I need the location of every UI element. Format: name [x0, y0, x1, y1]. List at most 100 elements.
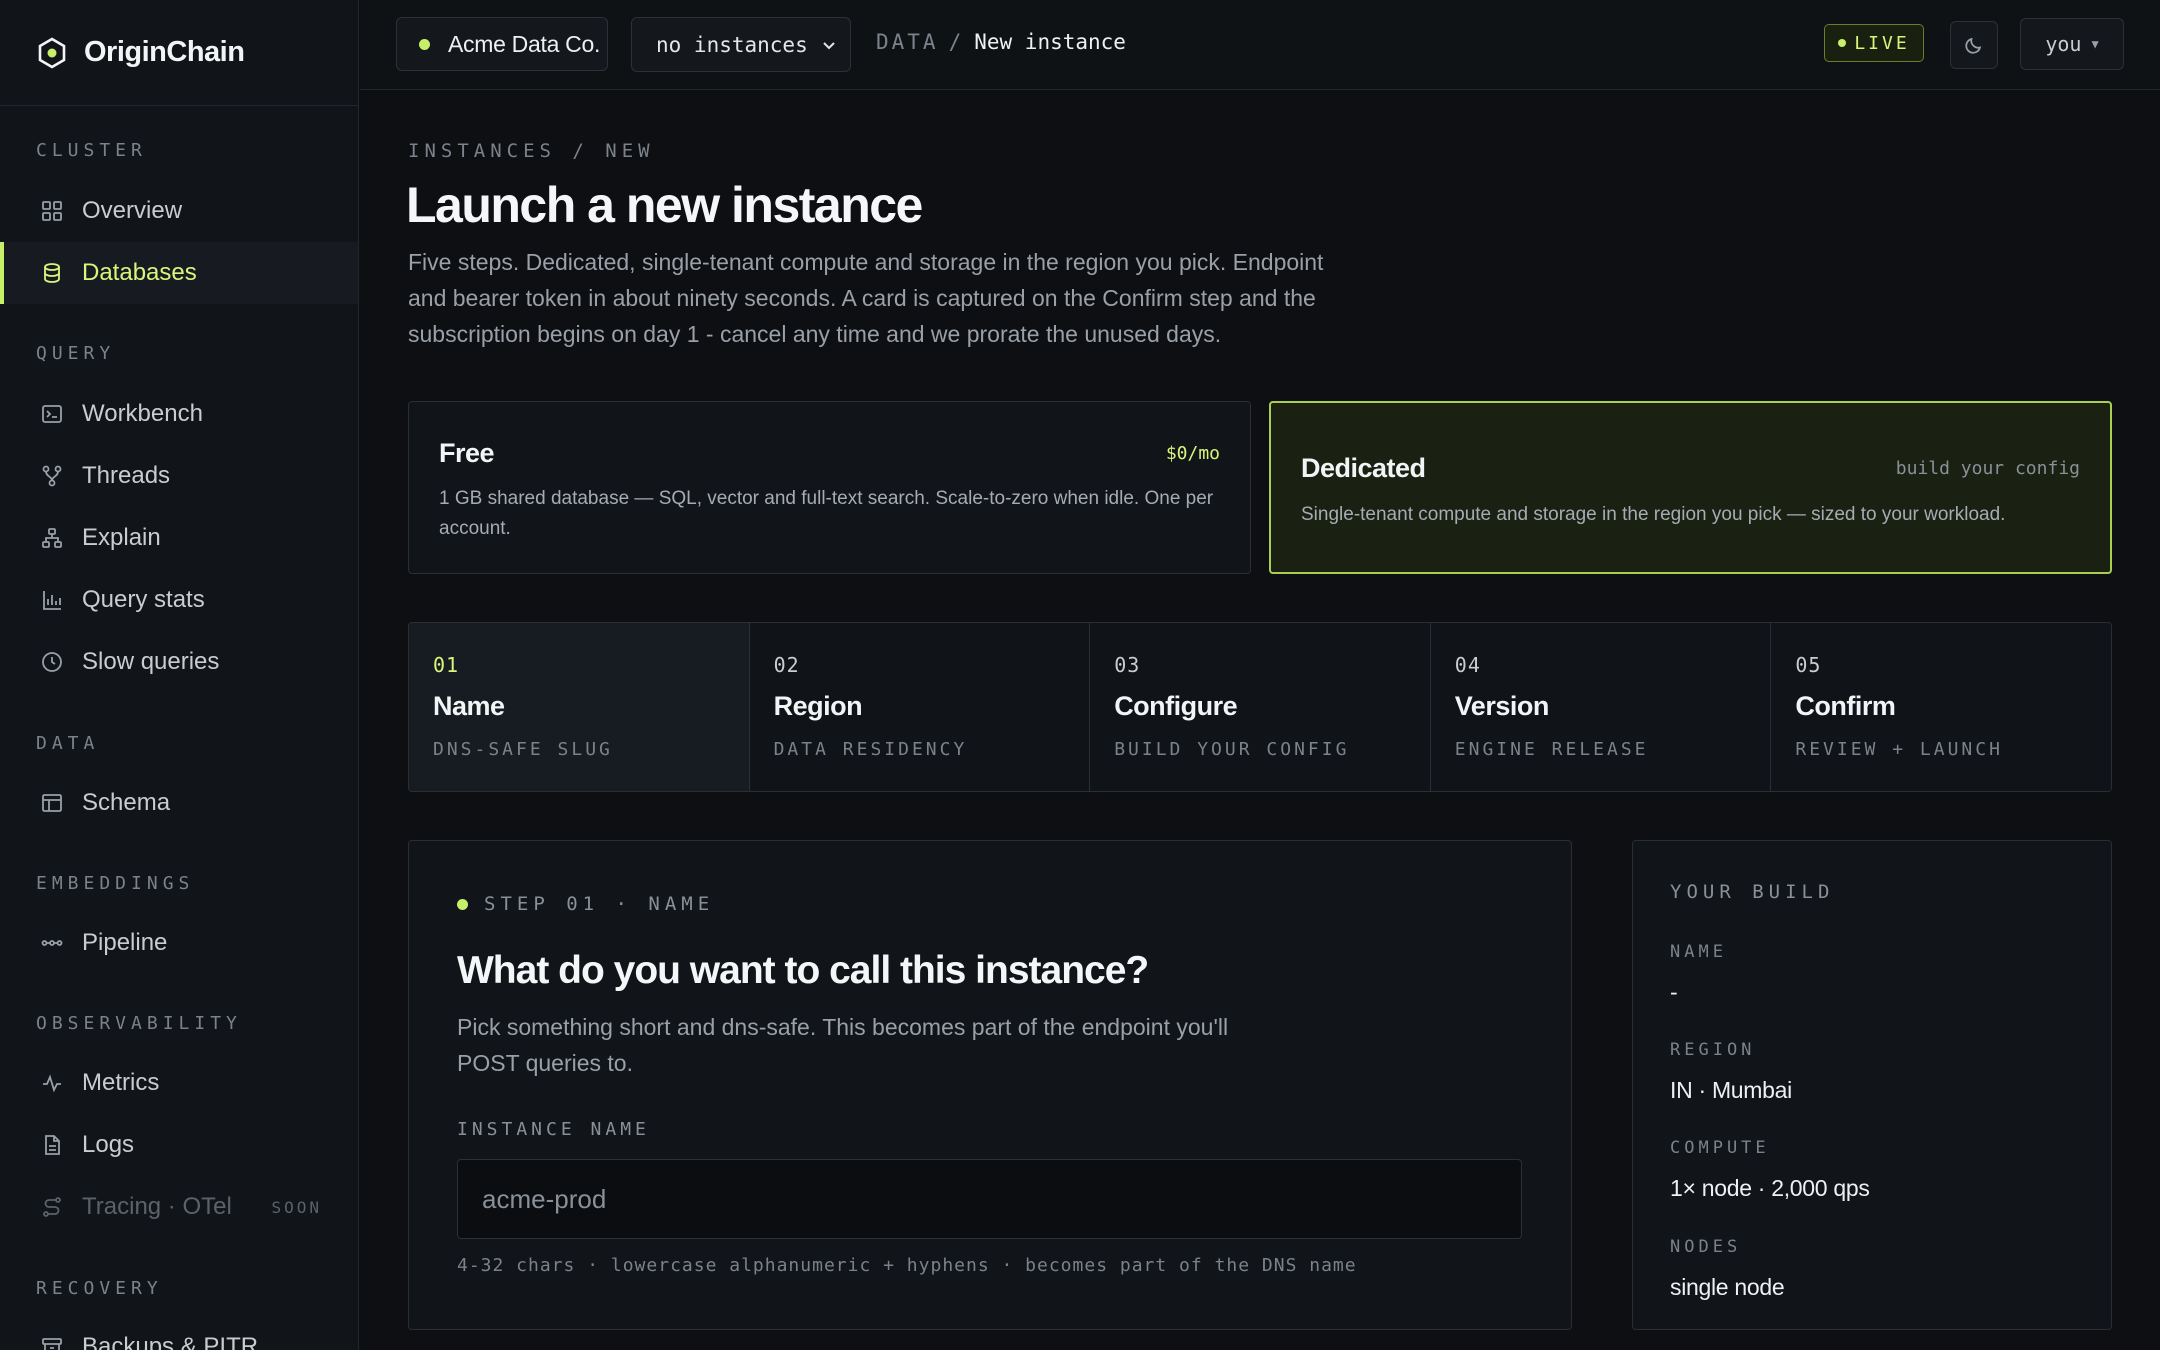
brand-name: OriginChain	[84, 36, 245, 68]
build-key-nodes: NODES	[1670, 1237, 1742, 1257]
nav-section-observability: OBSERVABILITY	[36, 1013, 242, 1034]
instance-name-hint: 4-32 chars · lowercase alphanumeric + hy…	[457, 1255, 1357, 1276]
sidebar-item-label: Tracing · OTel	[82, 1193, 232, 1220]
sidebar-item-tracing: Tracing · OTel SOON	[0, 1176, 358, 1238]
sidebar: OriginChain CLUSTER Overview Databases Q…	[0, 0, 359, 1350]
nav-section-cluster: CLUSTER	[36, 140, 147, 161]
sidebar-item-threads[interactable]: Threads	[0, 445, 358, 507]
sidebar-item-label: Logs	[82, 1131, 135, 1158]
instance-name-label: INSTANCE NAME	[457, 1119, 650, 1140]
nav-section-recovery: RECOVERY	[36, 1278, 163, 1299]
step-question: What do you want to call this instance?	[457, 949, 1149, 992]
name-step-card: STEP 01 · NAME What do you want to call …	[408, 840, 1572, 1330]
brand[interactable]: OriginChain	[0, 0, 358, 106]
live-label: LIVE	[1854, 32, 1910, 54]
sidebar-item-pipeline[interactable]: Pipeline	[0, 912, 358, 974]
build-key-compute: COMPUTE	[1670, 1138, 1770, 1158]
trace-icon	[40, 1195, 64, 1219]
page-title: Launch a new instance	[406, 177, 923, 233]
plan-name: Free	[439, 438, 495, 468]
step-dot	[457, 898, 468, 910]
sidebar-item-explain[interactable]: Explain	[0, 507, 358, 569]
sidebar-item-label: Explain	[82, 524, 161, 551]
sidebar-item-databases[interactable]: Databases	[0, 242, 358, 304]
step-number: 02	[773, 653, 800, 677]
build-key-name: NAME	[1670, 942, 1727, 962]
branch-icon	[40, 464, 64, 488]
step-number: 03	[1114, 653, 1141, 677]
sidebar-item-query-stats[interactable]: Query stats	[0, 569, 358, 631]
sidebar-item-label: Schema	[82, 789, 171, 816]
user-menu-button[interactable]: you ▼	[2020, 18, 2124, 70]
hexagon-logo-icon	[38, 36, 66, 69]
build-title: YOUR BUILD	[1670, 881, 1835, 903]
plan-card-dedicated[interactable]: Dedicated build your config Single-tenan…	[1269, 401, 2112, 574]
step-configure[interactable]: 03 Configure BUILD YOUR CONFIG	[1090, 623, 1431, 791]
nav-section-embeddings: EMBEDDINGS	[36, 873, 195, 894]
plan-description: Single-tenant compute and storage in the…	[1301, 504, 2006, 525]
database-icon	[40, 261, 64, 285]
sidebar-item-label: Backups & PITR	[82, 1333, 259, 1350]
topbar: Acme Data Co. no instances DATA / New inst…	[360, 0, 2160, 90]
step-confirm[interactable]: 05 Confirm REVIEW + LAUNCH	[1771, 623, 2111, 791]
document-icon	[40, 1133, 64, 1157]
sidebar-item-label: Workbench	[82, 400, 203, 427]
instance-select[interactable]: no instances	[631, 17, 851, 72]
plan-card-free[interactable]: Free $0/mo 1 GB shared database — SQL, v…	[408, 401, 1251, 574]
sidebar-item-backups[interactable]: Backups & PITR	[0, 1316, 358, 1350]
build-value-name: -	[1670, 979, 1678, 1005]
breadcrumb-separator: /	[948, 30, 965, 54]
sidebar-item-label: Slow queries	[82, 648, 220, 675]
hierarchy-icon	[40, 526, 64, 550]
sidebar-item-logs[interactable]: Logs	[0, 1114, 358, 1176]
terminal-icon	[40, 402, 64, 426]
sidebar-item-label: Pipeline	[82, 929, 168, 956]
step-label: STEP 01 · NAME	[484, 893, 715, 915]
sidebar-item-label: Metrics	[82, 1069, 160, 1096]
step-title: Region	[773, 691, 863, 721]
caret-down-icon: ▼	[2091, 37, 2099, 51]
plan-price: $0/mo	[1165, 443, 1220, 464]
step-subtitle: ENGINE RELEASE	[1454, 739, 1649, 760]
step-subtitle: DATA RESIDENCY	[773, 739, 968, 760]
pulse-icon	[40, 1071, 64, 1095]
sidebar-item-overview[interactable]: Overview	[0, 180, 358, 242]
breadcrumb: DATA / New instance	[876, 30, 1126, 54]
org-name: Acme Data Co.	[448, 30, 601, 57]
step-title: Configure	[1114, 691, 1238, 721]
pipeline-icon	[40, 931, 64, 955]
step-indicator: STEP 01 · NAME	[457, 893, 714, 915]
build-value-compute: 1× node · 2,000 qps	[1670, 1175, 1870, 1201]
build-value-nodes: single node	[1670, 1274, 1785, 1300]
step-version[interactable]: 04 Version ENGINE RELEASE	[1430, 623, 1772, 791]
sidebar-item-label: Databases	[82, 259, 197, 286]
sidebar-item-label: Overview	[82, 197, 183, 224]
breadcrumb-current: New instance	[974, 30, 1126, 54]
build-value-region: IN · Mumbai	[1670, 1077, 1792, 1103]
instance-name-input[interactable]	[457, 1159, 1522, 1239]
step-region[interactable]: 02 Region DATA RESIDENCY	[749, 623, 1091, 791]
plan-name: Dedicated	[1301, 453, 1426, 483]
step-title: Confirm	[1795, 691, 1896, 721]
step-name[interactable]: 01 Name DNS-SAFE SLUG	[409, 623, 750, 791]
page-description: Five steps. Dedicated, single-tenant com…	[408, 249, 1324, 347]
instance-select-value: no instances	[656, 32, 808, 57]
sidebar-item-label: Threads	[82, 462, 171, 489]
theme-toggle-button[interactable]	[1950, 21, 1998, 69]
sidebar-item-metrics[interactable]: Metrics	[0, 1052, 358, 1114]
org-switcher[interactable]: Acme Data Co.	[396, 17, 608, 71]
live-dot	[1838, 39, 1847, 47]
plan-meta: build your config	[1895, 458, 2080, 479]
bar-chart-icon	[40, 588, 64, 612]
stepper: 01 Name DNS-SAFE SLUG 02 Region DATA RES…	[408, 622, 2112, 792]
grid-icon	[40, 199, 64, 223]
sidebar-item-workbench[interactable]: Workbench	[0, 383, 358, 445]
chevron-down-icon	[823, 42, 835, 50]
breadcrumb-section[interactable]: DATA	[876, 30, 939, 54]
nav-section-query: QUERY	[36, 343, 116, 364]
sidebar-item-slow-queries[interactable]: Slow queries	[0, 631, 358, 693]
step-number: 04	[1454, 653, 1481, 677]
sidebar-item-schema[interactable]: Schema	[0, 772, 358, 834]
step-title: Name	[433, 691, 505, 721]
build-key-region: REGION	[1670, 1040, 1756, 1060]
